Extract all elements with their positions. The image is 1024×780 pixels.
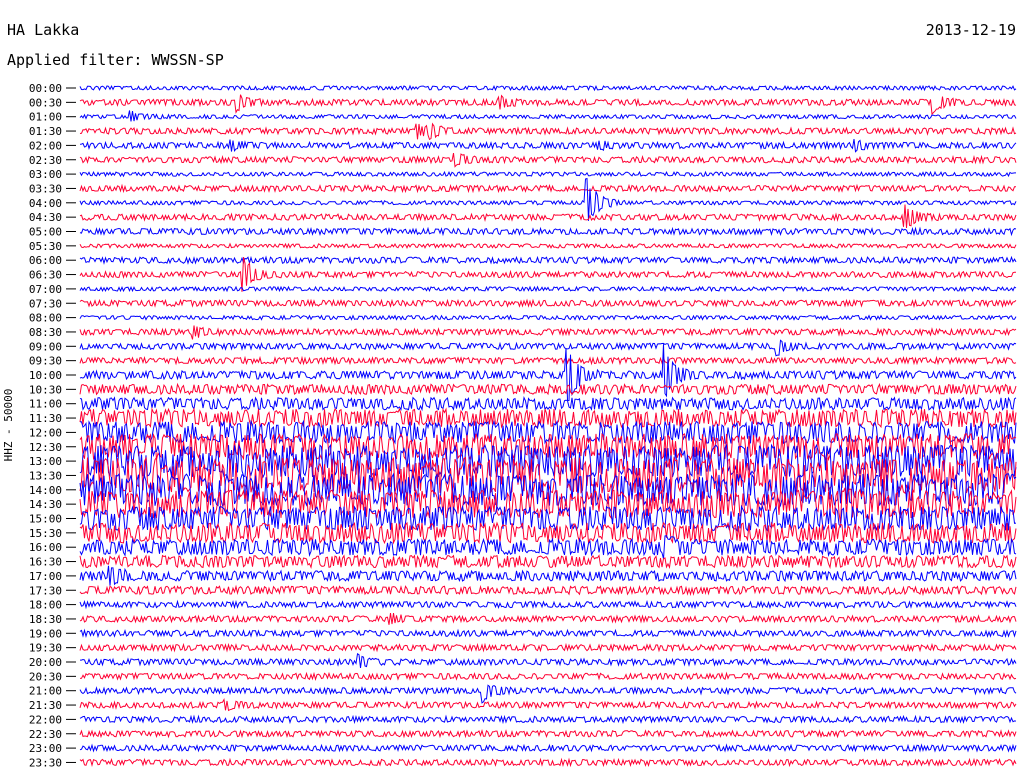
- seismogram-plot: 00:0000:30 01:0001:3002:00 02:3003:0003:30…: [29, 82, 1017, 769]
- time-tick-label: 15:30: [29, 527, 62, 540]
- time-tick-label: 23:30: [29, 756, 62, 769]
- trace-line: [79, 565, 1017, 586]
- time-tick-label: 06:30: [29, 269, 62, 282]
- time-tick-label: 01:30: [29, 125, 62, 138]
- trace-line: [79, 432, 1017, 462]
- trace-line: [79, 671, 1017, 682]
- trace-line: [79, 325, 1017, 340]
- time-tick-label: 03:30: [29, 182, 62, 195]
- trace-line: [79, 382, 1017, 396]
- trace-line: [79, 139, 1017, 153]
- time-tick-label: 19:30: [29, 642, 62, 655]
- trace-line: [79, 177, 1017, 221]
- trace-line: [79, 628, 1017, 639]
- trace-line: [79, 242, 1017, 250]
- time-tick-label: 02:00: [29, 139, 62, 152]
- trace-line: [79, 94, 1017, 116]
- time-tick-label: 11:30: [29, 412, 62, 425]
- time-tick-label: 10:00: [29, 369, 62, 382]
- trace-line: [79, 396, 1017, 412]
- time-tick-label: 05:00: [29, 226, 62, 239]
- time-tick-label: 06:00: [29, 254, 62, 267]
- time-tick-label: 19:00: [29, 627, 62, 640]
- trace-line: [79, 255, 1017, 265]
- helicorder-figure: HA Lakka 2013-12-19 Applied filter: WWSS…: [0, 0, 1024, 780]
- trace-line: [79, 204, 1017, 229]
- time-tick-label: 07:00: [29, 283, 62, 296]
- time-tick-label: 01:00: [29, 111, 62, 124]
- trace-line: [79, 339, 1017, 357]
- trace-line: [79, 110, 1017, 122]
- trace-line: [79, 226, 1017, 237]
- trace-line: [79, 298, 1017, 309]
- time-tick-label: 17:30: [29, 584, 62, 597]
- time-tick-label: 23:00: [29, 742, 62, 755]
- trace-line: [79, 122, 1017, 141]
- time-tick-label: 11:00: [29, 398, 62, 411]
- trace-line: [79, 599, 1017, 610]
- time-tick-label: 22:00: [29, 713, 62, 726]
- time-tick-label: 18:30: [29, 613, 62, 626]
- time-tick-label: 13:00: [29, 455, 62, 468]
- time-tick-label: 04:30: [29, 211, 62, 224]
- trace-line: [79, 714, 1017, 725]
- trace-line: [79, 613, 1017, 625]
- time-tick-label: 07:30: [29, 297, 62, 310]
- trace-line: [79, 183, 1016, 194]
- trace-line: [79, 757, 1017, 768]
- trace-line: [79, 684, 1017, 704]
- time-tick-label: 05:30: [29, 240, 62, 253]
- time-tick-label: 17:00: [29, 570, 62, 583]
- trace-line: [79, 743, 1017, 753]
- time-tick-label: 15:00: [29, 513, 62, 526]
- time-tick-label: 20:00: [29, 656, 62, 669]
- time-tick-label: 09:00: [29, 340, 62, 353]
- time-tick-label: 13:30: [29, 469, 62, 482]
- trace-line: [79, 554, 1017, 570]
- time-tick-label: 09:30: [29, 355, 62, 368]
- trace-line: [80, 652, 1017, 668]
- trace-line: [79, 170, 1016, 178]
- time-tick-label: 03:00: [29, 168, 62, 181]
- trace-line: [79, 285, 1017, 293]
- trace-line: [79, 584, 1017, 597]
- time-tick-label: 12:00: [29, 426, 62, 439]
- trace-line: [79, 84, 1017, 92]
- trace-line: [79, 698, 1017, 712]
- trace-line: [79, 314, 1017, 321]
- time-tick-label: 08:30: [29, 326, 62, 339]
- time-tick-label: 00:30: [29, 96, 62, 109]
- time-tick-label: 12:30: [29, 441, 62, 454]
- trace-line: [79, 355, 1017, 366]
- time-tick-label: 16:00: [29, 541, 62, 554]
- time-tick-label: 04:00: [29, 197, 62, 210]
- time-tick-label: 08:00: [29, 312, 62, 325]
- time-tick-label: 20:30: [29, 670, 62, 683]
- time-tick-label: 21:00: [29, 685, 62, 698]
- time-tick-label: 00:00: [29, 82, 62, 95]
- trace-line: [79, 153, 1017, 168]
- time-tick-label: 21:30: [29, 699, 62, 712]
- time-tick-label: 14:00: [29, 484, 62, 497]
- trace-line: [79, 642, 1017, 653]
- time-tick-label: 14:30: [29, 498, 62, 511]
- time-tick-label: 16:30: [29, 556, 62, 569]
- time-tick-label: 10:30: [29, 383, 62, 396]
- time-tick-label: 22:30: [29, 728, 62, 741]
- trace-line: [79, 729, 1017, 739]
- time-tick-label: 02:30: [29, 154, 62, 167]
- time-tick-label: 18:00: [29, 599, 62, 612]
